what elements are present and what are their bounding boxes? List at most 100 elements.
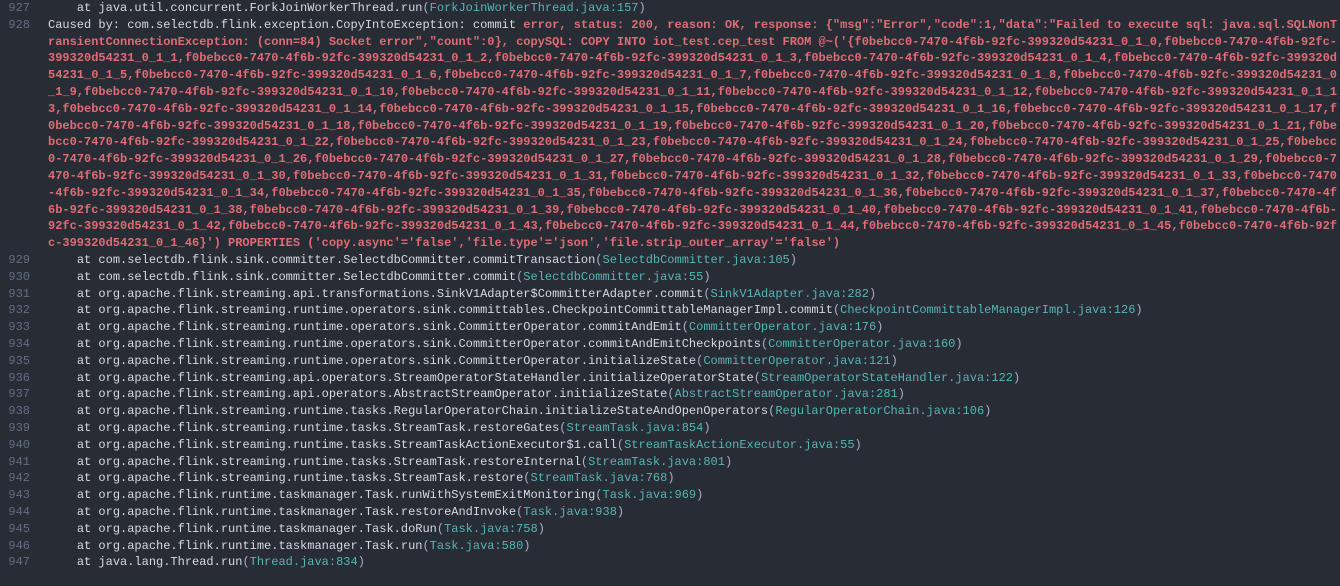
log-line: 943 at org.apache.flink.runtime.taskmana… (0, 487, 1340, 504)
log-line: 927 at java.util.concurrent.ForkJoinWork… (0, 0, 1340, 17)
close-paren: ) (891, 354, 898, 368)
source-link[interactable]: SinkV1Adapter.java:282 (711, 287, 869, 301)
log-line: 936 at org.apache.flink.streaming.api.op… (0, 370, 1340, 387)
close-paren: ) (1135, 303, 1142, 317)
source-link[interactable]: StreamTaskActionExecutor.java:55 (624, 438, 854, 452)
line-number: 932 (0, 302, 40, 319)
line-number: 930 (0, 269, 40, 286)
open-paren: ( (703, 287, 710, 301)
open-paren: ( (595, 253, 602, 267)
source-link[interactable]: StreamTask.java:768 (531, 471, 668, 485)
stack-call: at org.apache.flink.streaming.runtime.ta… (48, 471, 523, 485)
log-line: 944 at org.apache.flink.runtime.taskmana… (0, 504, 1340, 521)
stack-call: at org.apache.flink.streaming.runtime.ta… (48, 404, 768, 418)
stack-call: at java.lang.Thread.run (48, 555, 242, 569)
stack-call: at com.selectdb.flink.sink.committer.Sel… (48, 253, 595, 267)
source-link[interactable]: CommitterOperator.java:176 (689, 320, 876, 334)
line-content: at org.apache.flink.streaming.runtime.ta… (40, 420, 1340, 437)
source-link[interactable]: Thread.java:834 (250, 555, 358, 569)
line-number: 928 (0, 17, 40, 252)
stack-call: at org.apache.flink.streaming.runtime.op… (48, 337, 761, 351)
line-content: at org.apache.flink.streaming.runtime.op… (40, 336, 1340, 353)
close-paren: ) (984, 404, 991, 418)
open-paren: ( (682, 320, 689, 334)
line-content: at org.apache.flink.runtime.taskmanager.… (40, 487, 1340, 504)
close-paren: ) (523, 539, 530, 553)
source-link[interactable]: AbstractStreamOperator.java:281 (675, 387, 898, 401)
line-number: 935 (0, 353, 40, 370)
close-paren: ) (538, 522, 545, 536)
close-paren: ) (898, 387, 905, 401)
line-number: 945 (0, 521, 40, 538)
close-paren: ) (855, 438, 862, 452)
open-paren: ( (422, 1, 429, 15)
source-link[interactable]: Task.java:969 (603, 488, 697, 502)
open-paren: ( (437, 522, 444, 536)
source-link[interactable]: StreamTask.java:801 (588, 455, 725, 469)
close-paren: ) (876, 320, 883, 334)
close-paren: ) (639, 1, 646, 15)
line-number: 933 (0, 319, 40, 336)
log-line: 937 at org.apache.flink.streaming.api.op… (0, 386, 1340, 403)
line-number: 943 (0, 487, 40, 504)
line-content: at org.apache.flink.runtime.taskmanager.… (40, 521, 1340, 538)
source-link[interactable]: SelectdbCommitter.java:105 (603, 253, 790, 267)
source-link[interactable]: SelectdbCommitter.java:55 (523, 270, 703, 284)
stack-call: at org.apache.flink.streaming.runtime.op… (48, 303, 833, 317)
line-number: 929 (0, 252, 40, 269)
line-content: at org.apache.flink.streaming.api.operat… (40, 370, 1340, 387)
log-output: 927 at java.util.concurrent.ForkJoinWork… (0, 0, 1340, 571)
stack-call: at org.apache.flink.runtime.taskmanager.… (48, 488, 595, 502)
error-prefix: Caused by: com.selectdb.flink.exception.… (48, 18, 523, 32)
source-link[interactable]: ForkJoinWorkerThread.java:157 (430, 1, 639, 15)
line-content: at com.selectdb.flink.sink.committer.Sel… (40, 252, 1340, 269)
line-content: at org.apache.flink.streaming.runtime.op… (40, 353, 1340, 370)
line-number: 941 (0, 454, 40, 471)
open-paren: ( (754, 371, 761, 385)
line-content: at org.apache.flink.streaming.api.operat… (40, 386, 1340, 403)
source-link[interactable]: Task.java:938 (523, 505, 617, 519)
open-paren: ( (595, 488, 602, 502)
log-line: 939 at org.apache.flink.streaming.runtim… (0, 420, 1340, 437)
line-number: 947 (0, 554, 40, 571)
stack-call: at org.apache.flink.streaming.runtime.ta… (48, 421, 559, 435)
open-paren: ( (559, 421, 566, 435)
line-number: 937 (0, 386, 40, 403)
line-number: 940 (0, 437, 40, 454)
source-link[interactable]: CommitterOperator.java:121 (703, 354, 890, 368)
stack-call: at org.apache.flink.streaming.runtime.op… (48, 354, 696, 368)
source-link[interactable]: Task.java:580 (430, 539, 524, 553)
line-number: 942 (0, 470, 40, 487)
line-number: 939 (0, 420, 40, 437)
open-paren: ( (523, 471, 530, 485)
log-line: 930 at com.selectdb.flink.sink.committer… (0, 269, 1340, 286)
line-number: 936 (0, 370, 40, 387)
log-line: 931 at org.apache.flink.streaming.api.tr… (0, 286, 1340, 303)
log-line: 940 at org.apache.flink.streaming.runtim… (0, 437, 1340, 454)
line-content: at org.apache.flink.streaming.runtime.op… (40, 302, 1340, 319)
close-paren: ) (617, 505, 624, 519)
source-link[interactable]: StreamTask.java:854 (567, 421, 704, 435)
log-line: 928 Caused by: com.selectdb.flink.excepti… (0, 17, 1340, 252)
stack-call: at org.apache.flink.streaming.api.operat… (48, 371, 754, 385)
close-paren: ) (703, 270, 710, 284)
stack-call: at org.apache.flink.streaming.api.operat… (48, 387, 667, 401)
stack-call: at org.apache.flink.runtime.taskmanager.… (48, 505, 516, 519)
line-content: at org.apache.flink.streaming.runtime.ta… (40, 454, 1340, 471)
source-link[interactable]: CommitterOperator.java:160 (768, 337, 955, 351)
close-paren: ) (703, 421, 710, 435)
log-line: 932 at org.apache.flink.streaming.runtim… (0, 302, 1340, 319)
line-content: at org.apache.flink.streaming.runtime.ta… (40, 437, 1340, 454)
line-content: at org.apache.flink.runtime.taskmanager.… (40, 504, 1340, 521)
source-link[interactable]: CheckpointCommittableManagerImpl.java:12… (840, 303, 1135, 317)
line-content: at org.apache.flink.runtime.taskmanager.… (40, 538, 1340, 555)
source-link[interactable]: RegularOperatorChain.java:106 (775, 404, 984, 418)
line-content: Caused by: com.selectdb.flink.exception.… (40, 17, 1340, 252)
source-link[interactable]: Task.java:758 (444, 522, 538, 536)
source-link[interactable]: StreamOperatorStateHandler.java:122 (761, 371, 1013, 385)
close-paren: ) (869, 287, 876, 301)
stack-call: at org.apache.flink.streaming.runtime.op… (48, 320, 682, 334)
stack-call: at com.selectdb.flink.sink.committer.Sel… (48, 270, 516, 284)
line-content: at java.lang.Thread.run(Thread.java:834) (40, 554, 1340, 571)
log-line: 946 at org.apache.flink.runtime.taskmana… (0, 538, 1340, 555)
